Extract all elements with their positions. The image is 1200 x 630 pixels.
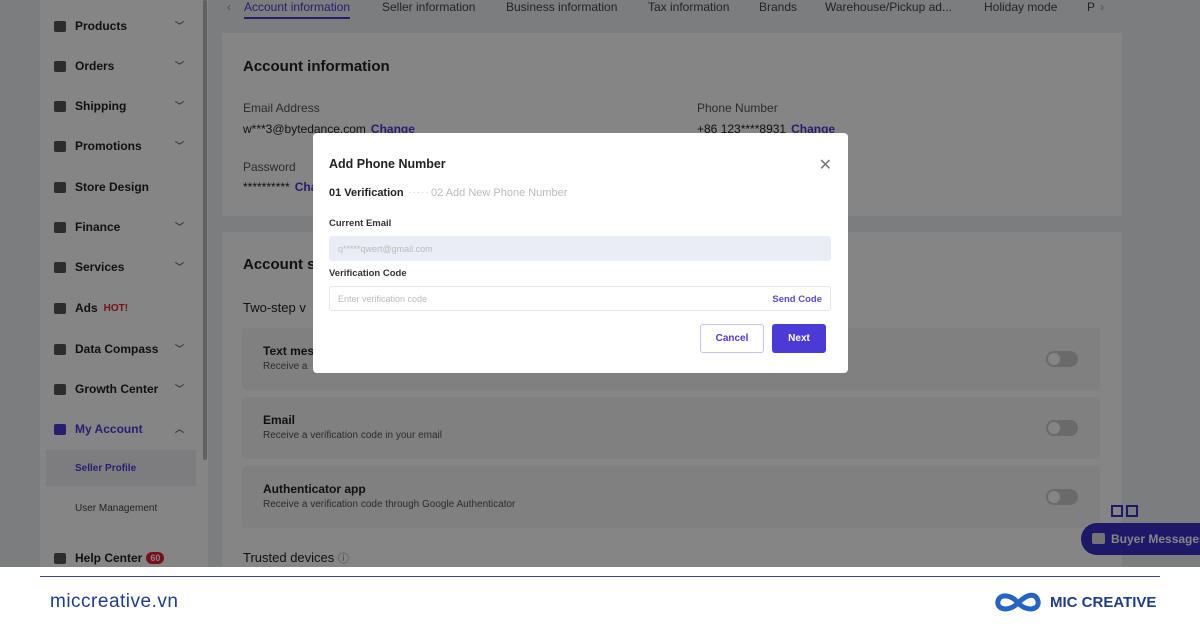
cancel-button[interactable]: Cancel — [700, 324, 764, 353]
current-email-field: q*****qwert@gmail.com — [329, 236, 831, 261]
footer-site: miccreative.vn — [50, 591, 179, 612]
next-button[interactable]: Next — [772, 324, 826, 353]
mic-creative-logo — [995, 592, 1041, 612]
app: Products ﹀ Orders ﹀ Shipping ﹀ Promotions ﹀ Stor… — [0, 0, 1200, 567]
step-add-phone: 02 Add New Phone Number — [431, 187, 568, 199]
send-code-button[interactable]: Send Code — [772, 294, 822, 305]
add-phone-modal: Add Phone Number ✕ 01 Verification ·····… — [313, 133, 848, 373]
verification-code-label: Verification Code — [329, 268, 407, 279]
footer-divider — [40, 576, 1160, 577]
footer-brand: MIC CREATIVE — [1050, 594, 1157, 611]
code-placeholder: Enter verification code — [338, 293, 428, 304]
verification-code-input[interactable]: Enter verification code Send Code — [329, 286, 831, 311]
close-icon[interactable]: ✕ — [819, 155, 832, 175]
modal-title: Add Phone Number — [329, 157, 446, 171]
current-email-label: Current Email — [329, 218, 392, 229]
step-verification: 01 Verification — [329, 187, 404, 199]
step-divider: ····· — [408, 187, 430, 198]
